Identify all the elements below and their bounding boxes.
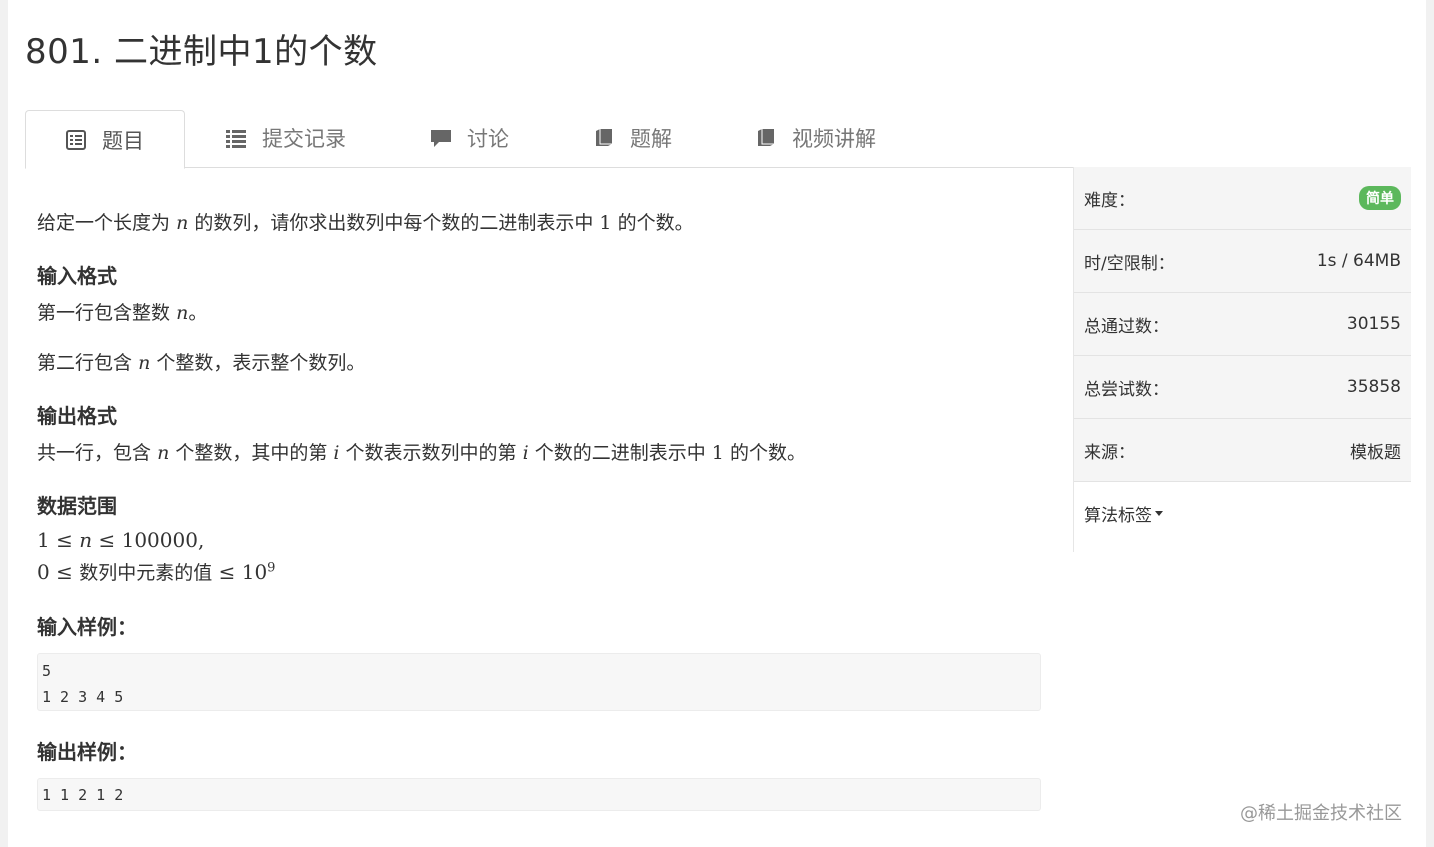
source-row: 来源： 模板题 xyxy=(1074,419,1411,482)
output-format-line: 共一行，包含 n 个整数，其中的第 i 个数表示数列中的第 i 个数的二进制表示… xyxy=(37,442,806,464)
book-icon xyxy=(754,126,778,150)
sample-output-heading: 输出样例： xyxy=(37,740,137,764)
attempts-row: 总尝试数： 35858 xyxy=(1074,356,1411,419)
problem-panel: 801. 二进制中1的个数 题目 提交记录 讨论 题解 视频讲解 给定一个长度为… xyxy=(8,0,1426,847)
tab-submissions-label: 提交记录 xyxy=(262,127,346,151)
sample-input-heading: 输入样例： xyxy=(37,615,137,639)
input-format-line1: 第一行包含整数 n。 xyxy=(37,302,208,324)
sample-input-line: 5 xyxy=(42,662,52,680)
list-alt-icon xyxy=(64,128,88,152)
sample-input-block: 5 1 2 3 4 5 xyxy=(37,653,1041,711)
book-icon xyxy=(592,126,616,150)
tab-bar: 题目 提交记录 讨论 题解 视频讲解 xyxy=(25,110,1410,169)
attempts-label: 总尝试数： xyxy=(1084,379,1169,400)
data-range-line2: 0 ≤ 数列中元素的值 ≤ 109 xyxy=(37,560,276,584)
data-range-line1: 1 ≤ n ≤ 100000, xyxy=(37,528,205,552)
sample-output-block: 1 1 2 1 2 xyxy=(37,778,1041,811)
comment-icon xyxy=(429,126,453,150)
output-format-heading: 输出格式 xyxy=(37,404,117,428)
accepted-label: 总通过数： xyxy=(1084,316,1169,337)
difficulty-badge: 简单 xyxy=(1359,186,1401,210)
difficulty-label: 难度： xyxy=(1084,190,1135,211)
attempts-value: 35858 xyxy=(1346,377,1401,397)
input-format-line2: 第二行包含 n 个整数，表示整个数列。 xyxy=(37,352,366,374)
source-value: 模板题 xyxy=(1350,442,1401,463)
tab-video[interactable]: 视频讲解 xyxy=(754,110,876,166)
accepted-value: 30155 xyxy=(1346,314,1401,334)
limit-row: 时/空限制： 1s / 64MB xyxy=(1074,230,1411,293)
tab-discussion-label: 讨论 xyxy=(467,127,509,151)
page-title: 801. 二进制中1的个数 xyxy=(25,32,378,72)
algorithm-tags-toggle[interactable]: 算法标签 xyxy=(1074,482,1411,545)
sample-output-line: 1 1 2 1 2 xyxy=(42,786,124,804)
list-icon xyxy=(224,126,248,150)
problem-info-sidebar: 难度： 简单 时/空限制： 1s / 64MB 总通过数： 30155 总尝试数… xyxy=(1073,167,1411,552)
tab-submissions[interactable]: 提交记录 xyxy=(224,110,346,166)
tab-problem[interactable]: 题目 xyxy=(25,110,185,169)
watermark: @稀土掘金技术社区 xyxy=(1240,803,1402,824)
tab-solutions[interactable]: 题解 xyxy=(592,110,672,166)
limit-label: 时/空限制： xyxy=(1084,253,1175,274)
data-range-heading: 数据范围 xyxy=(37,494,117,518)
tab-problem-label: 题目 xyxy=(102,128,144,153)
sample-input-line: 1 2 3 4 5 xyxy=(42,688,124,706)
algorithm-tags-label: 算法标签 xyxy=(1084,506,1152,526)
difficulty-row: 难度： 简单 xyxy=(1074,167,1411,230)
tab-video-label: 视频讲解 xyxy=(792,127,876,151)
caret-down-icon xyxy=(1155,511,1163,516)
limit-value: 1s / 64MB xyxy=(1316,251,1401,271)
tab-discussion[interactable]: 讨论 xyxy=(429,110,509,166)
source-label: 来源： xyxy=(1084,442,1135,463)
problem-description: 给定一个长度为 n 的数列，请你求出数列中每个数的二进制表示中 1 的个数。 xyxy=(37,212,694,234)
tab-solutions-label: 题解 xyxy=(630,127,672,151)
input-format-heading: 输入格式 xyxy=(37,264,117,288)
accepted-row: 总通过数： 30155 xyxy=(1074,293,1411,356)
